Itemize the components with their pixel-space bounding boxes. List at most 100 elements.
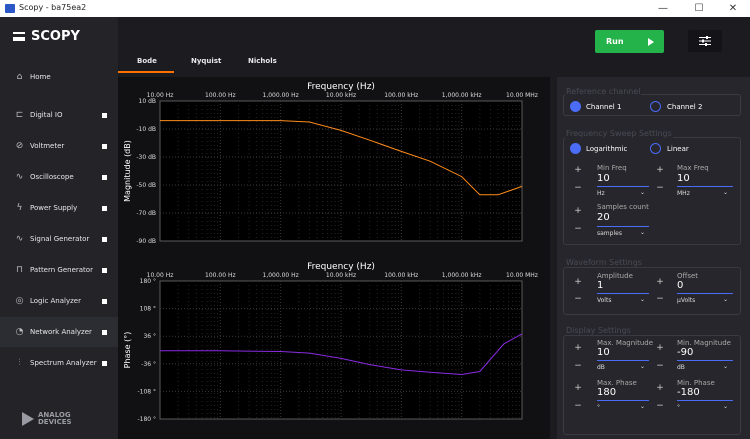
- offset-minus-button[interactable]: −: [652, 294, 668, 304]
- run-button[interactable]: Run: [595, 30, 664, 53]
- max-phase-unit[interactable]: °: [597, 404, 600, 411]
- offset-unit-caret-icon[interactable]: ⌄: [723, 296, 728, 303]
- sidebar-item-label: Signal Generator: [30, 235, 90, 243]
- display-settings-title: Display Settings: [565, 326, 632, 335]
- tool-enabled-indicator[interactable]: [102, 113, 107, 118]
- min-phase-unit-caret-icon[interactable]: ⌄: [723, 403, 728, 410]
- phase-y-tick-label: -108 °: [137, 388, 156, 395]
- amplitude-label: Amplitude: [597, 272, 633, 280]
- sidebar-item-home[interactable]: ⌂ Home: [0, 62, 118, 92]
- max-magnitude-unit[interactable]: dB: [597, 364, 605, 371]
- sidebar-item-logic-analyzer[interactable]: ◎ Logic Analyzer: [0, 286, 118, 316]
- offset-plus-button[interactable]: +: [652, 277, 668, 287]
- min-magnitude-unit[interactable]: dB: [677, 364, 685, 371]
- run-label: Run: [606, 37, 624, 46]
- sidebar-item-pattern-generator[interactable]: ⊓ Pattern Generator: [0, 255, 118, 285]
- min-magnitude-minus-button[interactable]: −: [652, 361, 668, 371]
- max-freq-unit[interactable]: MHz: [677, 190, 690, 197]
- amplitude-plus-button[interactable]: +: [570, 277, 586, 287]
- tab-nichols[interactable]: Nichols: [248, 57, 277, 65]
- active-tab-indicator: [118, 71, 174, 73]
- amplitude-unit-caret-icon[interactable]: ⌄: [640, 296, 645, 303]
- max-freq-plus-button[interactable]: +: [652, 165, 668, 175]
- logic-analyzer-icon: ◎: [15, 296, 24, 306]
- max-magnitude-value[interactable]: 10: [597, 347, 610, 358]
- phase-x-tick-label: 10.00 MHz: [506, 272, 538, 279]
- min-freq-minus-button[interactable]: −: [570, 183, 586, 193]
- min-magnitude-value[interactable]: -90: [677, 347, 693, 358]
- max-phase-minus-button[interactable]: −: [570, 401, 586, 411]
- samples-underline: [597, 226, 649, 227]
- tab-bode[interactable]: Bode: [137, 57, 157, 65]
- sidebar-item-spectrum-analyzer[interactable]: ⫶ Spectrum Analyzer: [0, 348, 118, 378]
- analog-devices-logo-icon: [22, 412, 34, 426]
- logarithmic-radio[interactable]: [570, 143, 581, 154]
- min-phase-underline: [677, 400, 733, 401]
- min-freq-label: Min Freq: [597, 164, 627, 172]
- close-button[interactable]: ✕: [716, 0, 750, 17]
- channel1-radio[interactable]: [570, 101, 581, 112]
- sidebar-item-oscilloscope[interactable]: ∿ Oscilloscope: [0, 162, 118, 192]
- min-freq-unit[interactable]: Hz: [597, 190, 605, 197]
- sidebar-item-digital-io[interactable]: ⊏ Digital IO: [0, 100, 118, 130]
- tool-enabled-indicator[interactable]: [102, 361, 107, 366]
- amplitude-value[interactable]: 1: [597, 280, 603, 291]
- oscilloscope-icon: ∿: [15, 172, 24, 182]
- tool-enabled-indicator[interactable]: [102, 144, 107, 149]
- tool-enabled-indicator[interactable]: [102, 330, 107, 335]
- max-phase-plus-button[interactable]: +: [570, 383, 586, 393]
- max-phase-unit-caret-icon[interactable]: ⌄: [640, 403, 645, 410]
- max-phase-value[interactable]: 180: [597, 387, 616, 398]
- max-magnitude-unit-caret-icon[interactable]: ⌄: [640, 363, 645, 370]
- min-freq-value[interactable]: 10: [597, 173, 610, 184]
- tool-enabled-indicator[interactable]: [102, 237, 107, 242]
- phase-y-tick-label: 36 °: [143, 333, 156, 340]
- samples-unit-caret-icon[interactable]: ⌄: [640, 229, 645, 236]
- sidebar-item-power-supply[interactable]: ϟ Power Supply: [0, 193, 118, 223]
- offset-unit[interactable]: µVolts: [677, 297, 695, 304]
- sidebar-item-label: Spectrum Analyzer: [30, 359, 97, 367]
- samples-plus-button[interactable]: +: [570, 206, 586, 216]
- bode-plots-svg: Frequency (Hz)10.00 Hz 100.00 Hz 1,000.00 …: [123, 82, 538, 423]
- maximize-button[interactable]: ☐: [682, 0, 716, 17]
- tool-enabled-indicator[interactable]: [102, 299, 107, 304]
- tab-nyquist[interactable]: Nyquist: [191, 57, 221, 65]
- phase-plot-title: Frequency (Hz): [307, 262, 375, 272]
- samples-unit[interactable]: samples: [597, 230, 622, 237]
- amplitude-minus-button[interactable]: −: [570, 294, 586, 304]
- max-magnitude-plus-button[interactable]: +: [570, 343, 586, 353]
- sidebar-item-network-analyzer[interactable]: ◔ Network Analyzer: [0, 317, 118, 347]
- tool-enabled-indicator[interactable]: [102, 268, 107, 273]
- home-icon: ⌂: [16, 72, 23, 82]
- max-freq-unit-caret-icon[interactable]: ⌄: [723, 189, 728, 196]
- min-freq-plus-button[interactable]: +: [570, 165, 586, 175]
- max-magnitude-minus-button[interactable]: −: [570, 361, 586, 371]
- min-phase-unit[interactable]: °: [677, 404, 680, 411]
- min-magnitude-unit-caret-icon[interactable]: ⌄: [723, 363, 728, 370]
- sidebar-item-signal-generator[interactable]: ∿ Signal Generator: [0, 224, 118, 254]
- samples-minus-button[interactable]: −: [570, 224, 586, 234]
- linear-label: Linear: [667, 145, 689, 153]
- max-freq-value[interactable]: 10: [677, 173, 690, 184]
- tool-enabled-indicator[interactable]: [102, 206, 107, 211]
- tool-enabled-indicator[interactable]: [102, 175, 107, 180]
- min-freq-unit-caret-icon[interactable]: ⌄: [640, 189, 645, 196]
- channel2-radio[interactable]: [650, 101, 661, 112]
- offset-value[interactable]: 0: [677, 280, 683, 291]
- play-icon: [648, 38, 654, 46]
- linear-radio[interactable]: [650, 143, 661, 154]
- settings-menu-button[interactable]: [688, 30, 722, 52]
- minimize-button[interactable]: —: [646, 0, 680, 17]
- min-phase-minus-button[interactable]: −: [652, 401, 668, 411]
- samples-value[interactable]: 20: [597, 212, 610, 223]
- min-phase-plus-button[interactable]: +: [652, 383, 668, 393]
- max-freq-minus-button[interactable]: −: [652, 183, 668, 193]
- hamburger-menu-icon[interactable]: [13, 32, 25, 41]
- max-magnitude-label: Max. Magnitude: [597, 339, 654, 347]
- min-phase-value[interactable]: -180: [677, 387, 700, 398]
- sidebar: SCOPY ⌂ Home ⊏ Digital IO ⊘ Voltmeter ∿ Oscillo…: [0, 17, 118, 439]
- min-magnitude-plus-button[interactable]: +: [652, 343, 668, 353]
- sidebar-item-voltmeter[interactable]: ⊘ Voltmeter: [0, 131, 118, 161]
- amplitude-unit[interactable]: Volts: [597, 297, 611, 304]
- reference-channel-title: Reference channel: [565, 87, 642, 96]
